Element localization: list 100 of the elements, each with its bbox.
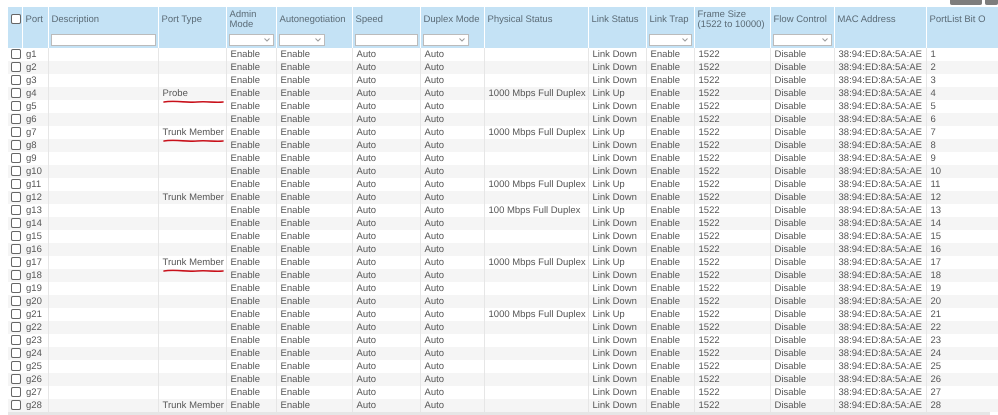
autonegotiation-cell: Enable [280,178,310,190]
admin-mode-cell: Enable [230,282,260,294]
frame-size-cell: 1522 [698,308,720,320]
row-checkbox[interactable] [11,74,21,85]
autonegotiation-cell: Enable [280,192,310,202]
row-checkbox[interactable] [11,296,21,306]
admin-mode-cell: Enable [230,256,260,268]
filter-field[interactable] [354,34,418,46]
port-cell: g27 [26,386,42,398]
admin-mode-cell: Enable [230,88,260,98]
row-checkbox[interactable] [11,114,21,124]
column-header: Port Type [162,14,202,24]
link-status-cell: Link Down [592,270,637,280]
caret-icon [314,38,320,42]
row-checkbox[interactable] [11,360,21,371]
flow-control-cell: Disable [774,204,806,216]
portlist-bit-cell: 7 [930,126,936,138]
flow-control-cell: Disable [774,48,806,60]
port-cell: g2 [26,62,37,72]
portlist-bit-cell: 2 [930,62,936,72]
row-checkbox[interactable] [11,218,21,228]
row-checkbox[interactable] [11,126,21,137]
mac-address-cell: 38:94:ED:8A:5A:AE [838,296,922,306]
row-checkbox[interactable] [11,100,21,111]
row-checkbox[interactable] [11,308,21,319]
row-checkbox[interactable] [11,322,21,332]
admin-mode-cell: Enable [230,218,260,228]
column-header: PortList Bit O [930,14,986,24]
portlist-bit-cell: 1 [930,48,936,60]
link-trap-cell: Enable [650,140,680,150]
mac-address-cell: 38:94:ED:8A:5A:AE [838,166,922,176]
link-trap-cell: Enable [650,334,680,346]
admin-mode-cell: Enable [230,126,260,138]
speed-cell: Auto [356,400,376,410]
admin-mode-cell: Enable [230,166,260,176]
duplex-mode-cell: Auto [424,48,444,60]
row-checkbox[interactable] [11,140,21,150]
row-checkbox[interactable] [11,374,21,384]
frame-size-cell: 1522 [698,386,720,398]
admin-mode-cell: Enable [230,296,260,306]
link-trap-cell: Enable [650,74,680,86]
row-checkbox[interactable] [11,166,21,176]
flow-control-cell: Disable [774,100,806,112]
port-cell: g18 [26,270,42,280]
autonegotiation-cell: Enable [280,48,310,60]
portlist-bit-cell: 22 [930,322,942,332]
row-checkbox[interactable] [11,282,21,293]
portlist-bit-cell: 10 [930,166,942,176]
row-checkbox[interactable] [11,256,21,267]
row-checkbox[interactable] [11,230,21,241]
row-checkbox[interactable] [11,334,21,345]
mac-address-cell: 38:94:ED:8A:5A:AE [838,282,922,294]
flow-control-cell: Disable [774,114,806,124]
admin-mode-cell: Enable [230,48,260,60]
row-checkbox[interactable] [11,400,21,410]
toolbar-button[interactable] [985,0,998,5]
caret-icon [682,38,688,42]
link-trap-cell: Enable [650,114,680,124]
mac-address-cell: 38:94:ED:8A:5A:AE [838,88,922,98]
duplex-mode-cell: Auto [424,152,444,164]
row-checkbox[interactable] [11,270,21,280]
admin-mode-cell: Enable [230,62,260,72]
row-checkbox[interactable] [11,348,21,358]
row-checkbox[interactable] [11,192,21,202]
physical-status-cell: 1000 Mbps Full Duplex [488,88,586,98]
link-trap-cell: Enable [650,126,680,138]
autonegotiation-cell: Enable [280,166,310,176]
frame-size-cell: 1522 [698,140,720,150]
autonegotiation-cell: Enable [280,296,310,306]
speed-cell: Auto [356,360,376,372]
mac-address-cell: 38:94:ED:8A:5A:AE [838,244,922,254]
mac-address-cell: 38:94:ED:8A:5A:AE [838,334,922,346]
duplex-mode-cell: Auto [424,386,444,398]
row-checkbox[interactable] [11,48,21,59]
row-checkbox[interactable] [11,204,21,215]
row-checkbox[interactable] [11,178,21,189]
admin-mode-cell: Enable [230,152,260,164]
port-cell: g26 [26,374,42,384]
flow-control-cell: Disable [774,334,806,346]
duplex-mode-cell: Auto [424,244,444,254]
row-checkbox[interactable] [11,62,21,72]
link-status-cell: Link Down [592,100,637,112]
column-header: Link Status [592,14,638,24]
row-checkbox[interactable] [11,244,21,254]
row-checkbox[interactable] [11,88,21,98]
select-all-checkbox[interactable] [11,14,21,24]
row-checkbox[interactable] [11,386,21,397]
filter-field[interactable] [50,34,156,46]
link-status-cell: Link Down [592,48,637,60]
speed-cell: Auto [356,74,376,86]
row-checkbox[interactable] [11,152,21,163]
autonegotiation-cell: Enable [280,282,310,294]
autonegotiation-cell: Enable [280,100,310,112]
physical-status-cell: 1000 Mbps Full Duplex [488,256,586,268]
flow-control-cell: Disable [774,386,806,398]
link-status-cell: Link Down [592,322,637,332]
duplex-mode-cell: Auto [424,114,444,124]
frame-size-cell: 1522 [698,204,720,216]
physical-status-cell: 1000 Mbps Full Duplex [488,308,586,320]
frame-size-cell: 1522 [698,126,720,138]
